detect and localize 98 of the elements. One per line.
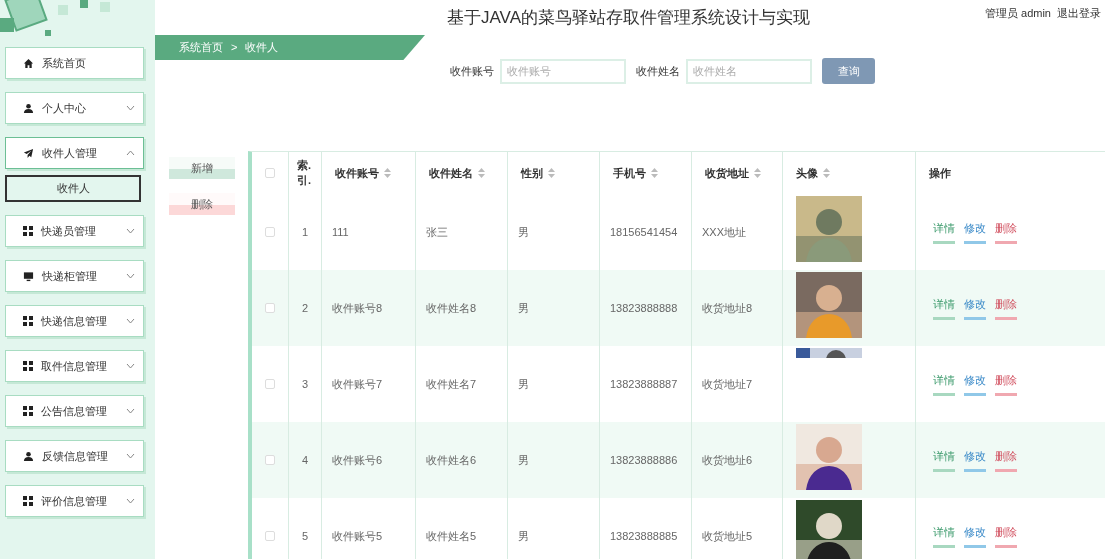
table-cell-text: 收件姓名6 bbox=[426, 452, 477, 468]
search-field[interactable]: 收件账号 bbox=[500, 58, 626, 84]
monitor-icon bbox=[23, 270, 34, 282]
table-cell-text: 收件账号6 bbox=[332, 452, 383, 468]
grid-icon bbox=[23, 361, 33, 371]
action-link[interactable]: 修改 bbox=[964, 448, 986, 472]
row-checkbox[interactable] bbox=[265, 379, 275, 389]
grid-icon bbox=[23, 406, 33, 416]
caret-down-icon bbox=[126, 363, 135, 369]
sidebar-item[interactable]: 评价信息管理 bbox=[5, 485, 144, 517]
action-link[interactable]: 删除 bbox=[995, 372, 1017, 396]
action-link[interactable]: 详情 bbox=[933, 220, 955, 244]
table-cell-text: 3 bbox=[302, 376, 309, 392]
action-link[interactable]: 删除 bbox=[995, 448, 1017, 472]
sidebar-item[interactable]: 快递员管理 bbox=[5, 215, 144, 247]
table-cell-text: 收件账号8 bbox=[332, 300, 383, 316]
table-cell-text: 收货地址5 bbox=[702, 528, 753, 544]
submenu-item[interactable]: 收件人 bbox=[5, 175, 141, 202]
admin-label: 管理员 admin bbox=[984, 6, 1051, 19]
field-label: 收件账号 bbox=[450, 63, 494, 79]
page-title: 基于JAVA的菜鸟驿站存取件管理系统设计与实现 bbox=[447, 7, 810, 29]
grid-icon bbox=[23, 316, 33, 326]
row-checkbox[interactable] bbox=[265, 303, 275, 313]
field-label: 收件姓名 bbox=[636, 63, 680, 79]
user-icon bbox=[23, 450, 34, 462]
caret-up-icon bbox=[126, 150, 135, 156]
table-cell-text: 13823888886 bbox=[610, 452, 678, 468]
sidebar-item[interactable]: 快递柜管理 bbox=[5, 260, 144, 292]
sidebar-item[interactable]: 取件信息管理 bbox=[5, 350, 144, 382]
paper-plane-icon bbox=[23, 147, 34, 159]
table-cell-text: 2 bbox=[302, 300, 309, 316]
grid-icon bbox=[23, 226, 33, 236]
action-link[interactable]: 详情 bbox=[933, 448, 955, 472]
user-icon bbox=[23, 102, 34, 114]
sidebar-item[interactable]: 收件人管理 bbox=[5, 137, 144, 169]
sort-icon[interactable] bbox=[651, 168, 658, 178]
sidebar-item[interactable]: 系统首页 bbox=[5, 47, 144, 79]
table-cell-text: 男 bbox=[518, 376, 529, 392]
sort-icon[interactable] bbox=[823, 168, 830, 178]
table-cell-text: 收件账号5 bbox=[332, 528, 383, 544]
table-cell-text: 男 bbox=[518, 528, 529, 544]
table-cell-text: XXX地址 bbox=[702, 224, 746, 240]
table-cell-text: 收货地址7 bbox=[702, 376, 753, 392]
table-cell-text: 13823888885 bbox=[610, 528, 678, 544]
table-cell-text: 13823888887 bbox=[610, 376, 678, 392]
action-link[interactable]: 详情 bbox=[933, 296, 955, 320]
table-cell-text: 收货地址8 bbox=[702, 300, 753, 316]
action-link[interactable]: 删除 bbox=[995, 524, 1017, 548]
column-header: 操作 bbox=[928, 165, 952, 181]
table-cell-text: 男 bbox=[518, 300, 529, 316]
sidebar-item[interactable]: 快递信息管理 bbox=[5, 305, 144, 337]
sort-icon[interactable] bbox=[754, 168, 761, 178]
search-field[interactable]: 收件姓名 bbox=[686, 58, 812, 84]
caret-down-icon bbox=[126, 228, 135, 234]
action-link[interactable]: 修改 bbox=[964, 296, 986, 320]
row-checkbox[interactable] bbox=[265, 531, 275, 541]
sidebar-item[interactable]: 反馈信息管理 bbox=[5, 440, 144, 472]
delete-button[interactable]: 删除 bbox=[169, 193, 235, 215]
table-cell-text: 收货地址6 bbox=[702, 452, 753, 468]
caret-down-icon bbox=[126, 498, 135, 504]
table-cell-text: 张三 bbox=[426, 224, 448, 240]
action-link[interactable]: 删除 bbox=[995, 220, 1017, 244]
caret-down-icon bbox=[126, 453, 135, 459]
action-link[interactable]: 删除 bbox=[995, 296, 1017, 320]
row-checkbox[interactable] bbox=[265, 455, 275, 465]
table-cell-text: 收件姓名8 bbox=[426, 300, 477, 316]
home-icon bbox=[23, 57, 34, 69]
action-link[interactable]: 修改 bbox=[964, 524, 986, 548]
select-all-checkbox[interactable] bbox=[265, 168, 275, 178]
sidebar-item[interactable]: 个人中心 bbox=[5, 92, 144, 124]
table-cell-text: 1 bbox=[302, 224, 309, 240]
add-button[interactable]: 新增 bbox=[169, 157, 235, 179]
table-cell-text: 收件姓名7 bbox=[426, 376, 477, 392]
action-link[interactable]: 详情 bbox=[933, 372, 955, 396]
table-cell-text: 收件账号7 bbox=[332, 376, 383, 392]
action-link[interactable]: 修改 bbox=[964, 372, 986, 396]
caret-down-icon bbox=[126, 105, 135, 111]
table-cell-text: 收件姓名5 bbox=[426, 528, 477, 544]
caret-down-icon bbox=[126, 408, 135, 414]
sort-icon[interactable] bbox=[548, 168, 555, 178]
caret-down-icon bbox=[126, 318, 135, 324]
breadcrumb-separator: > bbox=[231, 40, 238, 56]
row-checkbox[interactable] bbox=[265, 227, 275, 237]
grid-icon bbox=[23, 496, 33, 506]
logout-link[interactable]: 退出登录 bbox=[1057, 5, 1101, 19]
sidebar-item[interactable]: 公告信息管理 bbox=[5, 395, 144, 427]
table-cell-text: 18156541454 bbox=[610, 224, 678, 240]
table-cell-text: 男 bbox=[518, 452, 529, 468]
sort-icon[interactable] bbox=[478, 168, 485, 178]
action-link[interactable]: 修改 bbox=[964, 220, 986, 244]
table-cell-text: 13823888888 bbox=[610, 300, 678, 316]
table-cell-text: 111 bbox=[332, 224, 349, 240]
table-cell-text: 男 bbox=[518, 224, 529, 240]
action-link[interactable]: 详情 bbox=[933, 524, 955, 548]
sort-icon[interactable] bbox=[384, 168, 391, 178]
table-cell-text: 4 bbox=[302, 452, 309, 468]
table-cell-text: 5 bbox=[302, 528, 309, 544]
caret-down-icon bbox=[126, 273, 135, 279]
